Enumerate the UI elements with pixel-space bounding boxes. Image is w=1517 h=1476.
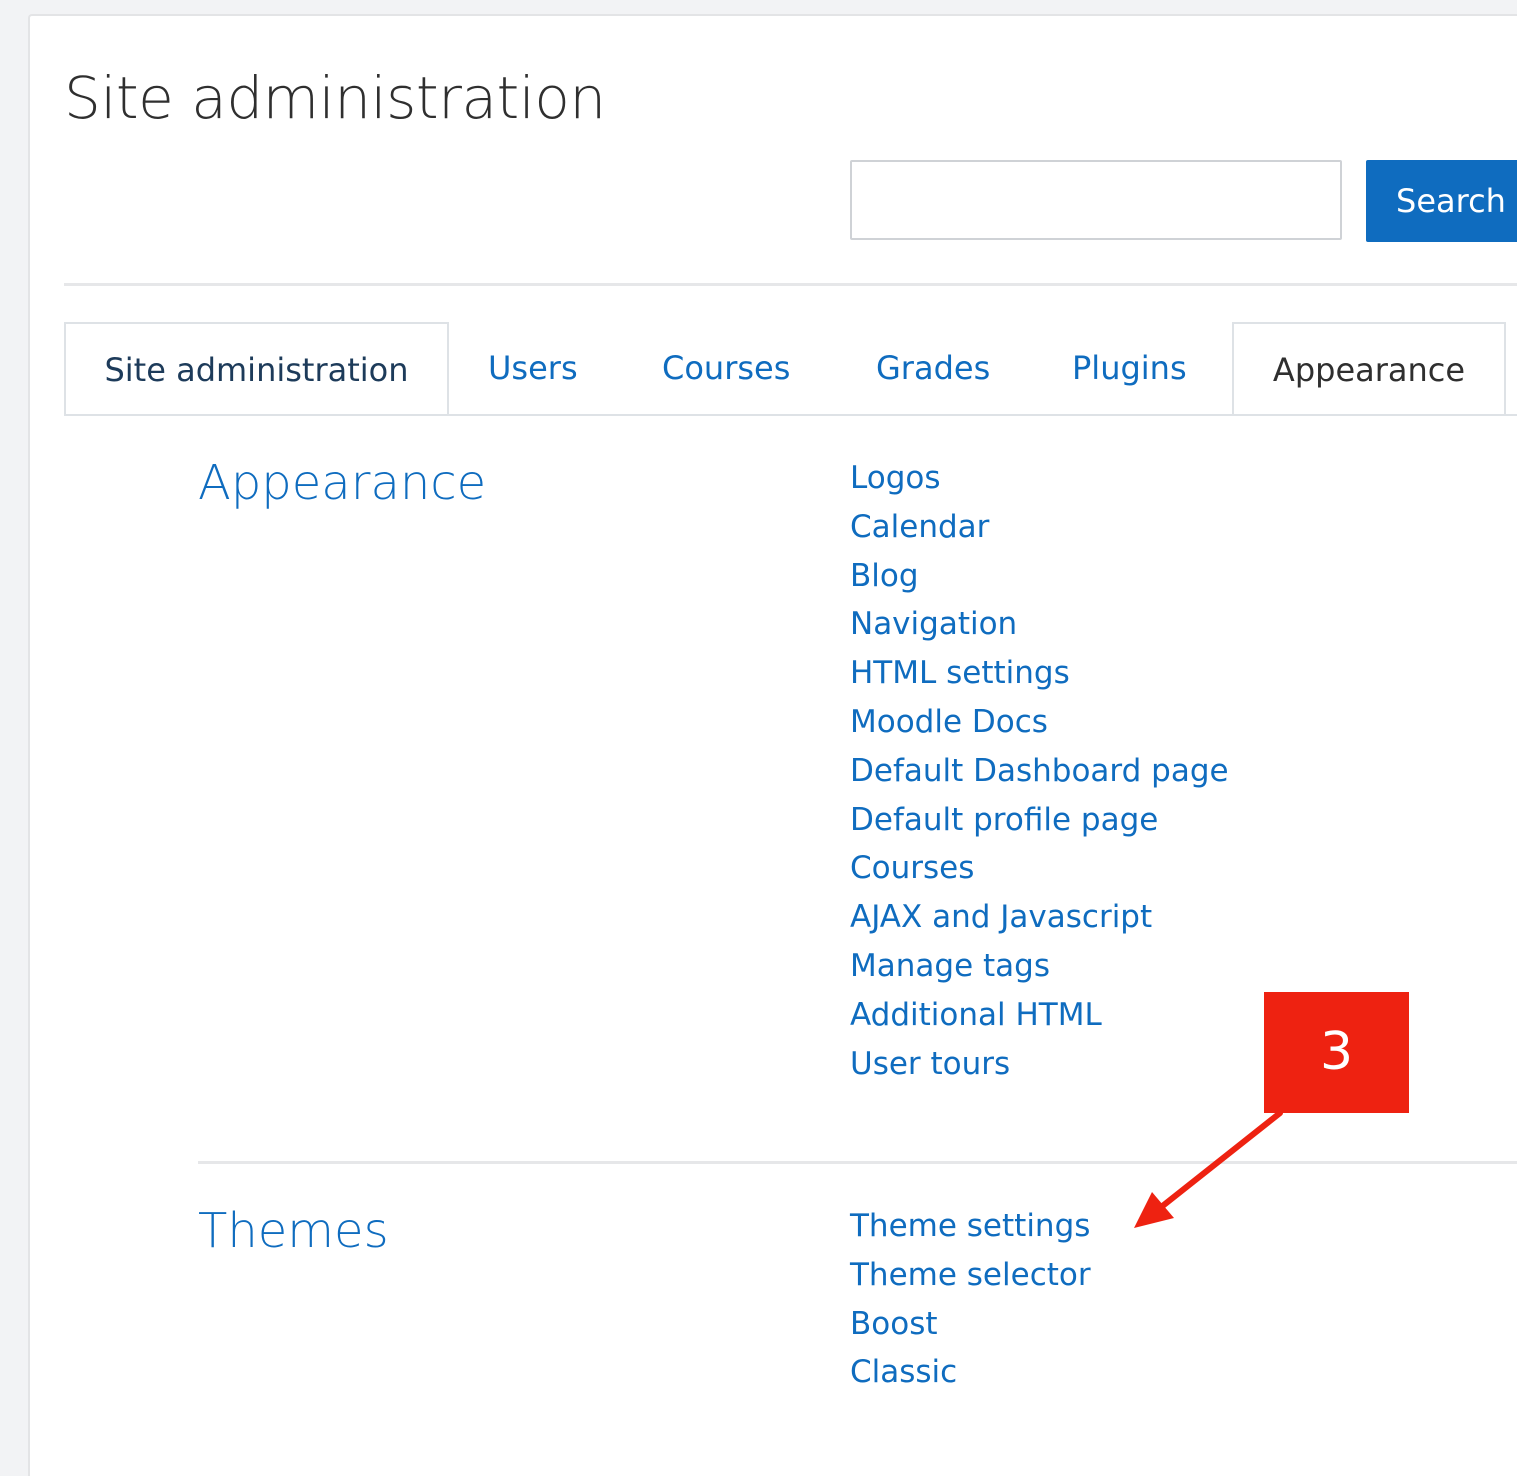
link-boost[interactable]: Boost [850,1300,1091,1349]
section-heading-appearance: Appearance [198,455,487,511]
admin-tabs: Site administration Users Courses Grades… [64,322,1517,416]
link-theme-settings[interactable]: Theme settings [850,1202,1091,1251]
link-classic[interactable]: Classic [850,1348,1091,1397]
section-heading-themes: Themes [198,1203,389,1259]
tab-courses[interactable]: Courses [662,322,790,414]
link-default-profile-page[interactable]: Default profile page [850,796,1229,845]
tab-site-administration[interactable]: Site administration [64,322,449,414]
page-title: Site administration [64,64,606,132]
section-divider [198,1161,1517,1164]
tab-grades[interactable]: Grades [876,322,990,414]
tab-plugins[interactable]: Plugins [1072,322,1187,414]
link-logos[interactable]: Logos [850,454,1229,503]
link-theme-selector[interactable]: Theme selector [850,1251,1091,1300]
link-navigation[interactable]: Navigation [850,600,1229,649]
link-calendar[interactable]: Calendar [850,503,1229,552]
link-moodle-docs[interactable]: Moodle Docs [850,698,1229,747]
link-courses[interactable]: Courses [850,844,1229,893]
tab-users[interactable]: Users [488,322,578,414]
tab-appearance[interactable]: Appearance [1232,322,1506,414]
themes-link-list: Theme settings Theme selector Boost Clas… [850,1202,1091,1397]
header-divider [64,283,1517,286]
admin-search-input[interactable] [850,160,1342,240]
link-default-dashboard-page[interactable]: Default Dashboard page [850,747,1229,796]
search-button[interactable]: Search [1366,160,1517,242]
link-html-settings[interactable]: HTML settings [850,649,1229,698]
link-ajax-and-javascript[interactable]: AJAX and Javascript [850,893,1229,942]
link-user-tours[interactable]: User tours [850,1040,1229,1089]
annotation-callout-box: 3 [1264,992,1409,1113]
appearance-link-list: Logos Calendar Blog Navigation HTML sett… [850,454,1229,1088]
link-blog[interactable]: Blog [850,552,1229,601]
link-additional-html[interactable]: Additional HTML [850,991,1229,1040]
link-manage-tags[interactable]: Manage tags [850,942,1229,991]
